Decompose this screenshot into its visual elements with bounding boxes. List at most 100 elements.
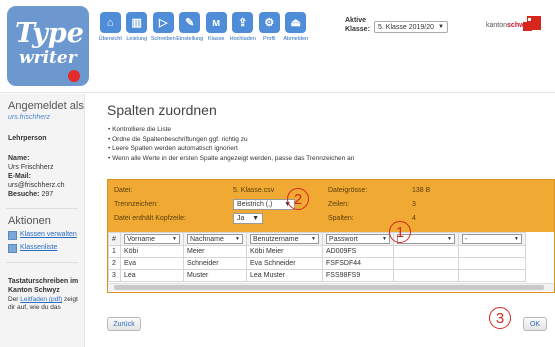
nav-item-hochladen[interactable]: ⇪ Hochladen: [230, 12, 257, 42]
cols-value: 4: [412, 215, 416, 222]
table-row: 2 Eva Schneider Eva Schneider FSFSDF44: [108, 257, 526, 270]
class-list-label: Klassenliste: [20, 244, 58, 251]
column-mapping-value: Nachname: [190, 235, 224, 243]
email-label: E-Mail:: [8, 173, 31, 180]
rows-label: Zeilen:: [328, 201, 350, 208]
column-mapping-value: Vorname: [127, 235, 156, 243]
table-cell: AD009FS: [322, 245, 394, 258]
separator-select[interactable]: Beistrich (,) ▼: [233, 199, 295, 210]
chevron-down-icon: ▼: [438, 24, 444, 30]
guide-pdf-link[interactable]: Leitfaden (pdf): [20, 296, 62, 303]
main-navigation: ⌂ Übersicht ▥ Leistung ▷ Schreiben ✎ Einstellun…: [97, 12, 309, 42]
nav-label: Profil: [262, 36, 276, 42]
annotation-marker-1: 1: [389, 221, 411, 243]
row-index-cell: 2: [108, 257, 121, 270]
rows-value: 3: [412, 201, 416, 208]
column-header: Nachname ▼: [183, 232, 247, 246]
table-cell: Köbi: [120, 245, 184, 258]
horizontal-scrollbar[interactable]: [108, 283, 554, 291]
scrollbar-thumb[interactable]: [114, 285, 544, 290]
column-mapping-value: -: [465, 235, 468, 243]
home-icon: ⌂: [99, 12, 121, 33]
cols-label: Spalten:: [328, 215, 354, 222]
header-row-select[interactable]: Ja ▼: [233, 213, 263, 224]
logout-icon: ⏏: [285, 12, 307, 33]
nav-item-klasse[interactable]: ᴍ Klasse: [203, 12, 230, 42]
nav-item-abmelden[interactable]: ⏏ Abmelden: [283, 12, 310, 42]
row-index-cell: 3: [108, 269, 121, 282]
actions-heading: Aktionen: [8, 215, 51, 227]
column-mapping-select[interactable]: Benutzername ▼: [250, 234, 319, 244]
column-mapping-select[interactable]: Nachname ▼: [187, 234, 243, 244]
data-table: # Vorname ▼ Nachname ▼ Benutzername ▼ Passwort ▼…: [108, 232, 526, 282]
active-class-value: 5. Klasse 2019/20: [378, 23, 435, 31]
file-label: Datei:: [114, 187, 133, 194]
nav-label: Klasse: [207, 36, 225, 42]
nav-item-profil[interactable]: ⚙ Profil: [256, 12, 283, 42]
nav-item-schreiben[interactable]: ▷ Schreiben: [150, 12, 177, 42]
bar-chart-icon: ▥: [126, 12, 148, 33]
typewriter-logo[interactable]: Type writer: [7, 6, 89, 86]
nav-label: Schreiben: [150, 36, 176, 42]
logo-text-line2: writer: [19, 48, 77, 68]
chevron-down-icon: ▼: [447, 236, 452, 242]
table-cell: Meier: [183, 245, 247, 258]
table-cell: FSS98FS9: [322, 269, 394, 282]
table-cell: [458, 257, 526, 270]
class-list-link[interactable]: Klassenliste: [0, 240, 84, 253]
column-mapping-select[interactable]: Vorname ▼: [124, 234, 180, 244]
active-class-label: Aktive Klasse:: [345, 16, 370, 34]
nav-label: Leistung: [126, 36, 148, 42]
instruction-item: Wenn alle Werte in der ersten Spalte ang…: [108, 154, 354, 164]
name-value: Urs Frischherz: [8, 164, 54, 171]
back-button[interactable]: Zurück: [107, 317, 141, 331]
table-body: 1 Köbi Meier Köbi Meier AD009FS 2 Eva Schneider…: [108, 245, 526, 282]
chevron-down-icon: ▼: [235, 236, 240, 242]
column-header: Passwort ▼: [322, 232, 394, 246]
active-class-select[interactable]: 5. Klasse 2019/20 ▼: [374, 21, 448, 33]
table-cell: FSFSDF44: [322, 257, 394, 270]
size-label: Dateigrösse:: [328, 187, 368, 194]
table-cell: Lea: [120, 269, 184, 282]
header-row-value: Ja: [237, 215, 245, 222]
column-mapping-table: # Vorname ▼ Nachname ▼ Benutzername ▼ Passwort ▼…: [108, 232, 554, 292]
table-cell: [458, 269, 526, 282]
main-content: Spalten zuordnen Kontrolliere die Liste …: [93, 94, 555, 347]
nav-label: Hochladen: [229, 36, 256, 42]
gear-icon: ⚙: [258, 12, 280, 33]
table-cell: Lea Muster: [246, 269, 323, 282]
page-title: Spalten zuordnen: [107, 102, 217, 118]
table-cell: [393, 257, 459, 270]
column-header: - ▼: [458, 232, 526, 246]
chevron-down-icon: ▼: [514, 236, 519, 242]
ok-button[interactable]: OK: [523, 317, 547, 331]
column-mapping-value: Benutzername: [253, 235, 299, 243]
column-mapping-value: Passwort: [329, 235, 358, 243]
instruction-item: Leere Spalten werden automatisch ignorie…: [108, 144, 354, 154]
chevron-down-icon: ▼: [311, 236, 316, 242]
name-label: Name:: [8, 155, 30, 162]
size-value: 138 B: [412, 187, 431, 194]
chevron-down-icon: ▼: [382, 236, 387, 242]
list-icon: [8, 244, 17, 253]
table-cell: Schneider: [183, 257, 247, 270]
table-cell: [393, 269, 459, 282]
logged-in-username: urs.frischherz: [8, 114, 51, 121]
nav-item--bersicht[interactable]: ⌂ Übersicht: [97, 12, 124, 42]
nav-label: Abmelden: [283, 36, 309, 42]
nav-item-einstellung[interactable]: ✎ Einstellung: [176, 12, 203, 42]
header: Type writer ⌂ Übersicht ▥ Leistung ▷ Schreibe…: [0, 0, 555, 93]
active-class-label-line2: Klasse:: [345, 26, 370, 33]
sidebar: Angemeldet als urs.frischherz Lehrperson…: [0, 94, 85, 347]
table-cell: Muster: [183, 269, 247, 282]
active-class-label-line1: Aktive: [345, 17, 367, 24]
header-row-label: Datei enthält Kopfzeile:: [114, 215, 186, 222]
nav-item-leistung[interactable]: ▥ Leistung: [124, 12, 151, 42]
footer-text: Der Leitfaden (pdf) zeigt dir auf, wie d…: [0, 295, 84, 312]
column-mapping-select[interactable]: Passwort ▼: [326, 234, 390, 244]
instructions-list: Kontrolliere die Liste Ordne die Spalten…: [108, 125, 354, 163]
manage-classes-link[interactable]: Klassen verwalten: [0, 227, 84, 240]
column-mapping-select[interactable]: - ▼: [462, 234, 522, 244]
play-icon: ▷: [152, 12, 174, 33]
table-cell: Eva Schneider: [246, 257, 323, 270]
